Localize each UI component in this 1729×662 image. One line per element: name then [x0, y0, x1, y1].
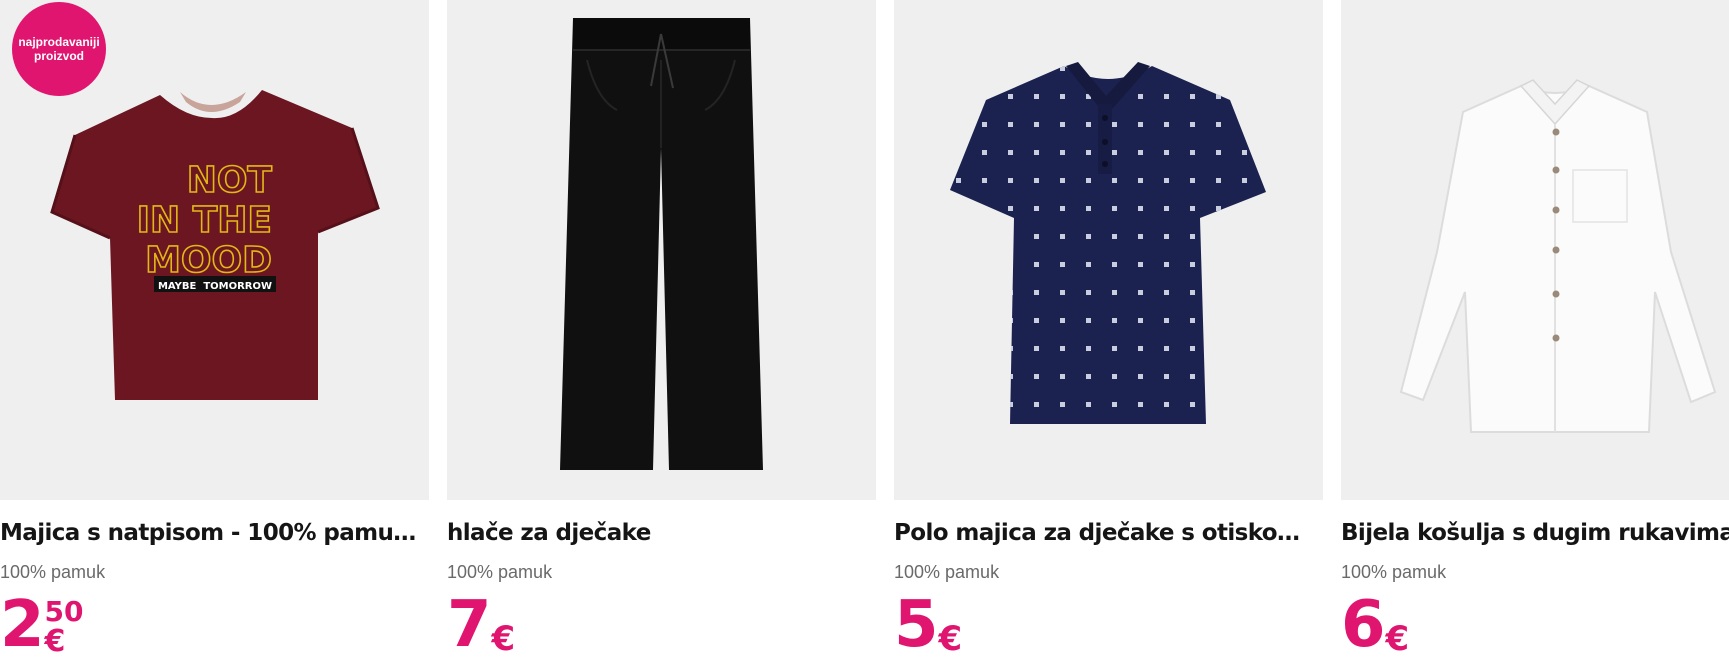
product-title[interactable]: Bijela košulja s dugim rukavima... [1341, 520, 1729, 546]
product-image[interactable]: NOT IN THE MOOD MAYBE TOMORROW najprodav… [0, 0, 429, 500]
price-main: 6 [1341, 588, 1386, 662]
tshirt-print-line: IN THE [137, 200, 272, 241]
product-image[interactable] [1341, 0, 1729, 500]
product-image[interactable] [894, 0, 1323, 500]
price-main: 7 [447, 588, 492, 662]
product-subtitle: 100% pamuk [894, 562, 1000, 582]
product-price: 2 50 € [0, 592, 84, 661]
tshirt-print-line: NOT [187, 160, 273, 201]
polo-shirt-icon [950, 62, 1266, 424]
product-price: 5 € [894, 592, 962, 661]
price-currency: € [44, 624, 66, 659]
price-currency: € [1385, 619, 1410, 659]
product-title[interactable]: Polo majica za dječake s otiskom... [894, 520, 1323, 546]
price-main: 5 [894, 588, 939, 662]
product-card[interactable]: Bijela košulja s dugim rukavima... 100% … [1341, 0, 1729, 661]
trousers-icon [560, 18, 763, 470]
product-card[interactable]: hlače za dječake 100% pamuk 7 € [447, 0, 876, 661]
product-price: 7 € [447, 592, 515, 661]
product-subtitle: 100% pamuk [447, 562, 553, 582]
tshirt-print-line: MOOD [145, 240, 272, 281]
price-currency: € [491, 619, 516, 659]
product-subtitle: 100% pamuk [1341, 562, 1447, 582]
shirt-icon [1399, 79, 1717, 433]
product-title[interactable]: Majica s natpisom - 100% pamuk ... [0, 520, 429, 546]
product-price: 6 € [1341, 592, 1409, 661]
tshirt-print-tag: MAYBE TOMORROW [158, 281, 272, 292]
product-image[interactable] [447, 0, 876, 500]
bestseller-badge: najprodavaniji proizvod [12, 2, 106, 96]
price-cents: 50 [44, 595, 84, 628]
product-title[interactable]: hlače za dječake [447, 520, 876, 546]
price-main: 2 [0, 588, 45, 662]
product-subtitle: 100% pamuk [0, 562, 106, 582]
price-currency: € [938, 619, 963, 659]
product-card[interactable]: Polo majica za dječake s otiskom... 100%… [894, 0, 1323, 661]
product-grid: NOT IN THE MOOD MAYBE TOMORROW najprodav… [0, 0, 1729, 661]
product-card[interactable]: NOT IN THE MOOD MAYBE TOMORROW najprodav… [0, 0, 429, 661]
